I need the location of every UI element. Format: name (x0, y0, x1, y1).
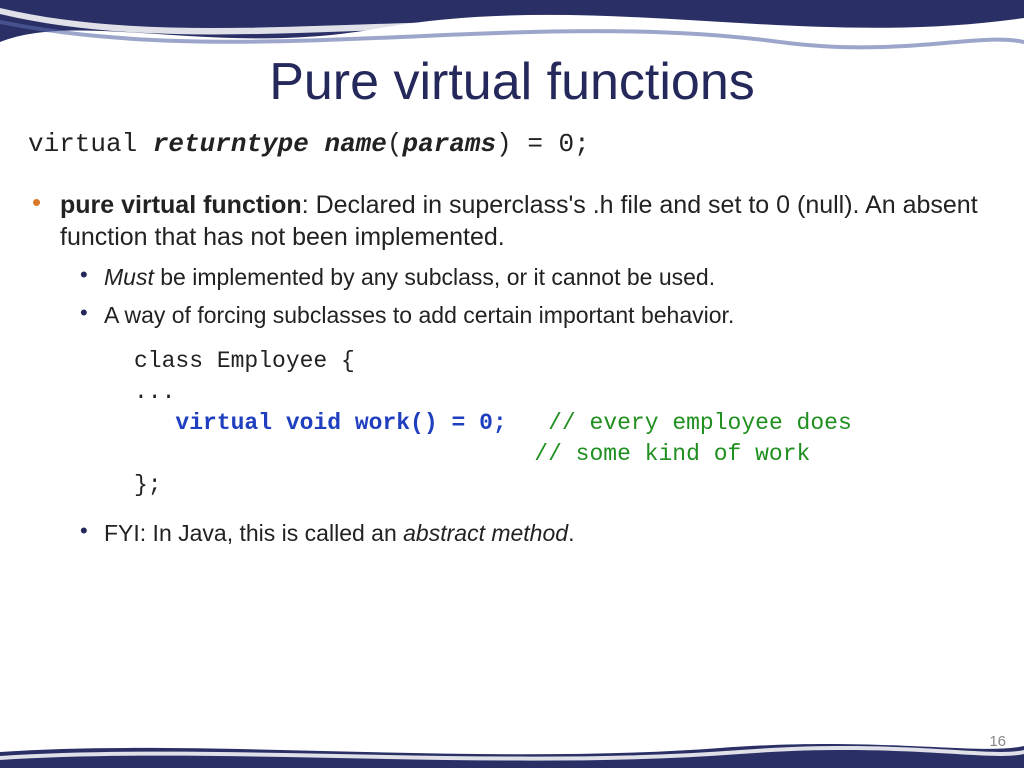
sub-c-pre: FYI: In Java, this is called an (104, 520, 403, 546)
decl-paren-open: ( (387, 129, 403, 159)
decl-params: params (403, 129, 497, 159)
bullet-list: pure virtual function: Declared in super… (28, 189, 996, 549)
code-block: class Employee { ... virtual void work()… (134, 346, 996, 501)
sub-c-ital: abstract method (403, 520, 568, 546)
sub-bullet-list: Must be implemented by any subclass, or … (60, 263, 996, 330)
code-line-2: ... (134, 379, 175, 405)
code-line-4-indent (134, 441, 534, 467)
sub-c-post: . (568, 520, 574, 546)
code-pure-virtual: virtual void work() = 0; (175, 410, 506, 436)
decl-returntype: returntype (153, 129, 309, 159)
slide-body: virtual returntype name(params) = 0; pur… (0, 116, 1024, 549)
syntax-declaration: virtual returntype name(params) = 0; (28, 128, 996, 161)
sub-bullet-forcing: A way of forcing subclasses to add certa… (102, 301, 996, 330)
sub-a-rest: be implemented by any subclass, or it ca… (154, 264, 715, 290)
definition-term: pure virtual function (60, 191, 302, 219)
slide: Pure virtual functions virtual returntyp… (0, 0, 1024, 768)
decl-space (309, 129, 325, 159)
swoosh-bottom-decoration (0, 738, 1024, 768)
sub-bullet-list-2: FYI: In Java, this is called an abstract… (60, 519, 996, 548)
slide-title: Pure virtual functions (0, 0, 1024, 116)
code-line-3-indent (134, 410, 175, 436)
code-line-1: class Employee { (134, 348, 355, 374)
sub-bullet-fyi: FYI: In Java, this is called an abstract… (102, 519, 996, 548)
decl-tail: ) = 0; (496, 129, 590, 159)
code-line-5: }; (134, 472, 162, 498)
sub-bullet-must: Must be implemented by any subclass, or … (102, 263, 996, 292)
decl-keyword: virtual (28, 129, 153, 159)
page-number: 16 (989, 733, 1006, 750)
code-line-3-gap (507, 410, 548, 436)
decl-name: name (324, 129, 386, 159)
code-comment-2: // some kind of work (534, 441, 810, 467)
sub-a-ital: Must (104, 264, 154, 290)
bullet-item-definition: pure virtual function: Declared in super… (56, 189, 996, 549)
code-comment-1: // every employee does (548, 410, 852, 436)
